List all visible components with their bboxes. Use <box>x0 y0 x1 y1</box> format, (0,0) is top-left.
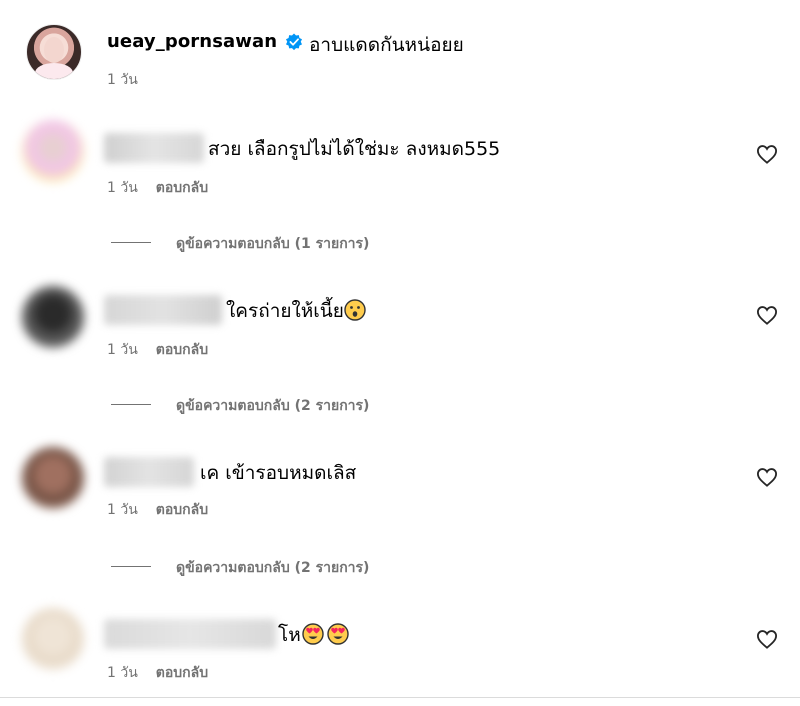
heart-eyes-face-emoji-icon <box>327 623 349 645</box>
comment-meta: 1 วัน ตอบกลับ <box>107 339 208 361</box>
comment-time: 1 วัน <box>107 180 138 196</box>
post-meta: 1 วัน <box>107 69 138 91</box>
reply-button[interactable]: ตอบกลับ <box>156 665 208 681</box>
commenter-username-blurred[interactable] <box>104 133 204 163</box>
post-header: ueay_pornsawan อาบแดดกันหน่อยย 1 วัน <box>0 0 800 110</box>
like-heart-icon[interactable] <box>756 467 778 487</box>
comment-text-content: ใครถ่ายให้เนี้ย <box>226 300 344 322</box>
comment-text-content: โห <box>278 624 301 646</box>
view-replies-button[interactable]: ดูข้อความตอบกลับ (1 รายการ) <box>176 233 369 255</box>
reply-button[interactable]: ตอบกลับ <box>156 342 208 358</box>
replies-divider <box>111 566 151 567</box>
reply-button[interactable]: ตอบกลับ <box>156 180 208 196</box>
comment-text: สวย เลือกรูปไม่ได้ใช่มะ ลงหมด555 <box>208 138 501 160</box>
view-replies-button[interactable]: ดูข้อความตอบกลับ (2 รายการ) <box>176 557 369 579</box>
comment-meta: 1 วัน ตอบกลับ <box>107 662 208 684</box>
commenter-avatar[interactable] <box>22 608 84 670</box>
comment-time: 1 วัน <box>107 502 138 518</box>
comment-item: สวย เลือกรูปไม่ได้ใช่มะ ลงหมด555 1 วัน ตอ… <box>0 110 800 260</box>
commenter-avatar[interactable] <box>22 286 84 348</box>
like-heart-icon[interactable] <box>756 144 778 164</box>
like-heart-icon[interactable] <box>756 629 778 649</box>
commenter-username-blurred[interactable] <box>104 619 276 649</box>
heart-eyes-face-emoji-icon <box>302 623 324 645</box>
comment-item: โห 1 วัน ตอบกลับ <box>0 596 800 696</box>
comment-item: เค เข้ารอบหมดเลิส 1 วัน ตอบกลับ ดูข้อความ… <box>0 434 800 584</box>
post-caption: อาบแดดกันหน่อยย <box>309 34 464 56</box>
post-author-username[interactable]: ueay_pornsawan <box>107 31 277 52</box>
comment-text: ใครถ่ายให้เนี้ย <box>226 296 366 326</box>
post-author-avatar[interactable] <box>26 24 82 80</box>
comment-item: ใครถ่ายให้เนี้ย 1 วัน ตอบกลับ ดูข้อความตอ… <box>0 272 800 422</box>
replies-divider <box>111 404 151 405</box>
commenter-avatar[interactable] <box>22 447 84 509</box>
bottom-divider <box>0 697 800 698</box>
commenter-username-blurred[interactable] <box>104 295 222 325</box>
hushed-face-emoji-icon <box>344 299 366 321</box>
commenter-username-blurred[interactable] <box>104 457 194 487</box>
comment-time: 1 วัน <box>107 665 138 681</box>
replies-divider <box>111 242 151 243</box>
view-replies-button[interactable]: ดูข้อความตอบกลับ (2 รายการ) <box>176 395 369 417</box>
like-heart-icon[interactable] <box>756 305 778 325</box>
reply-button[interactable]: ตอบกลับ <box>156 502 208 518</box>
comment-meta: 1 วัน ตอบกลับ <box>107 177 208 199</box>
comment-meta: 1 วัน ตอบกลับ <box>107 499 208 521</box>
post-time: 1 วัน <box>107 72 138 88</box>
comment-text: เค เข้ารอบหมดเลิส <box>200 462 357 484</box>
verified-badge-icon <box>285 33 303 51</box>
comment-text: โห <box>278 620 349 650</box>
commenter-avatar[interactable] <box>22 120 84 182</box>
comment-time: 1 วัน <box>107 342 138 358</box>
